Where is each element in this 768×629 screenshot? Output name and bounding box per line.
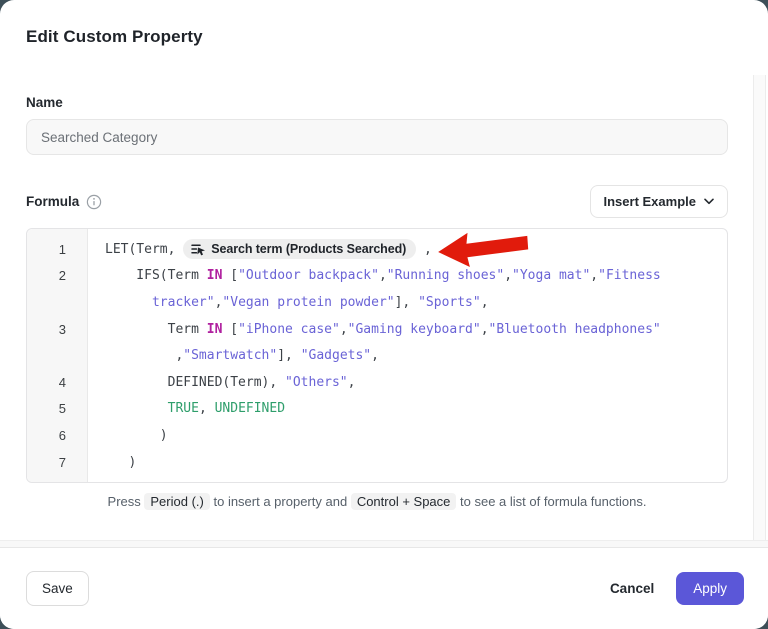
code-token: "Others" — [285, 375, 348, 390]
code-line: tracker","Vegan protein powder"], "Sport… — [87, 295, 489, 310]
code-row: 7 ) — [27, 449, 727, 476]
code-token: , — [504, 268, 512, 283]
code-token: IFS(Term — [105, 268, 207, 283]
code-token: "Gadgets" — [301, 348, 371, 363]
code-line: LET(Term, Search term (Products Searched… — [87, 239, 432, 259]
footer-divider — [0, 540, 768, 547]
code-token — [105, 401, 168, 416]
formula-hint: Press Period (.) to insert a property an… — [26, 494, 728, 509]
formula-editor[interactable]: 1LET(Term, Search term (Products Searche… — [26, 228, 728, 483]
code-token: Term — [105, 322, 207, 337]
code-token: , — [199, 401, 215, 416]
code-line: IFS(Term IN ["Outdoor backpack","Running… — [87, 268, 661, 283]
code-token: ], — [277, 348, 300, 363]
modal-body: Name Formula Insert Example — [0, 95, 768, 509]
code-token: "Sports" — [418, 295, 481, 310]
line-number: 7 — [27, 455, 87, 470]
property-token-icon — [191, 243, 206, 256]
code-row: 5 TRUE, UNDEFINED — [27, 396, 727, 423]
code-token: ], — [395, 295, 418, 310]
code-row: ,"Smartwatch"], "Gadgets", — [27, 342, 727, 369]
name-label: Name — [26, 95, 728, 110]
insert-example-label: Insert Example — [604, 194, 697, 209]
code-token: tracker" — [152, 295, 215, 310]
code-token: "Gaming keyboard" — [348, 322, 481, 337]
kbd-period: Period (.) — [144, 493, 209, 510]
name-input[interactable] — [26, 119, 728, 155]
code-token: "Running shoes" — [387, 268, 504, 283]
code-line: ) — [87, 428, 168, 443]
code-line: ) — [87, 455, 136, 470]
code-token: "Vegan protein powder" — [222, 295, 394, 310]
code-token: "iPhone case" — [238, 322, 340, 337]
code-token: UNDEFINED — [215, 401, 285, 416]
code-line: ,"Smartwatch"], "Gadgets", — [87, 348, 379, 363]
code-token: , — [379, 268, 387, 283]
insert-example-button[interactable]: Insert Example — [590, 185, 729, 218]
code-token: "Yoga mat" — [512, 268, 590, 283]
code-token: , — [340, 322, 348, 337]
code-row: 4 DEFINED(Term), "Others", — [27, 369, 727, 396]
save-button[interactable]: Save — [26, 571, 89, 606]
hint-text: to see a list of formula functions. — [460, 494, 646, 509]
code-token: DEFINED(Term), — [105, 375, 285, 390]
code-row: 2 IFS(Term IN ["Outdoor backpack","Runni… — [27, 263, 727, 290]
code-token: , — [105, 348, 183, 363]
edit-custom-property-modal: Edit Custom Property Name Formula Insert… — [0, 0, 768, 629]
line-number: 5 — [27, 401, 87, 416]
code-line: DEFINED(Term), "Others", — [87, 375, 355, 390]
code-row: 3 Term IN ["iPhone case","Gaming keyboar… — [27, 316, 727, 343]
hint-text: to insert a property and — [213, 494, 347, 509]
scrollbar-track[interactable] — [753, 75, 766, 543]
code-row: 6 ) — [27, 422, 727, 449]
code-token: , — [481, 322, 489, 337]
kbd-control-space: Control + Space — [351, 493, 457, 510]
red-arrow-annotation — [432, 227, 534, 270]
modal-title: Edit Custom Property — [0, 0, 768, 47]
code-token: "Bluetooth headphones" — [489, 322, 661, 337]
line-number: 4 — [27, 375, 87, 390]
code-token — [105, 295, 152, 310]
code-token: , — [371, 348, 379, 363]
property-chip[interactable]: Search term (Products Searched) — [183, 239, 416, 259]
hint-text: Press — [108, 494, 141, 509]
code-token: "Smartwatch" — [183, 348, 277, 363]
line-number: 3 — [27, 322, 87, 337]
code-token: , — [348, 375, 356, 390]
code-token: ) — [105, 455, 136, 470]
formula-header: Formula Insert Example — [26, 185, 728, 218]
code-token: , — [215, 295, 223, 310]
code-token: LET(Term, — [105, 242, 183, 257]
code-token: , — [590, 268, 598, 283]
line-number: 1 — [27, 242, 87, 257]
info-icon[interactable] — [86, 194, 102, 210]
chevron-down-icon — [704, 198, 714, 205]
code-token: IN — [207, 268, 223, 283]
line-number: 2 — [27, 268, 87, 283]
code-token: IN — [207, 322, 223, 337]
code-token: "Outdoor backpack" — [238, 268, 379, 283]
code-row: 1LET(Term, Search term (Products Searche… — [27, 236, 727, 263]
code-token: ) — [105, 428, 168, 443]
apply-button[interactable]: Apply — [676, 572, 744, 605]
code-token: "Fitness — [598, 268, 661, 283]
code-token: TRUE — [168, 401, 199, 416]
formula-label: Formula — [26, 194, 79, 209]
code-token: [ — [222, 322, 238, 337]
code-token: , — [481, 295, 489, 310]
code-line: TRUE, UNDEFINED — [87, 401, 285, 416]
cancel-button[interactable]: Cancel — [610, 581, 654, 596]
line-number: 6 — [27, 428, 87, 443]
code-token: [ — [222, 268, 238, 283]
code-row: tracker","Vegan protein powder"], "Sport… — [27, 289, 727, 316]
property-chip-label: Search term (Products Searched) — [211, 242, 406, 256]
code-line: Term IN ["iPhone case","Gaming keyboard"… — [87, 322, 661, 337]
code-token: , — [416, 242, 432, 257]
modal-footer: Save Cancel Apply — [0, 547, 768, 629]
